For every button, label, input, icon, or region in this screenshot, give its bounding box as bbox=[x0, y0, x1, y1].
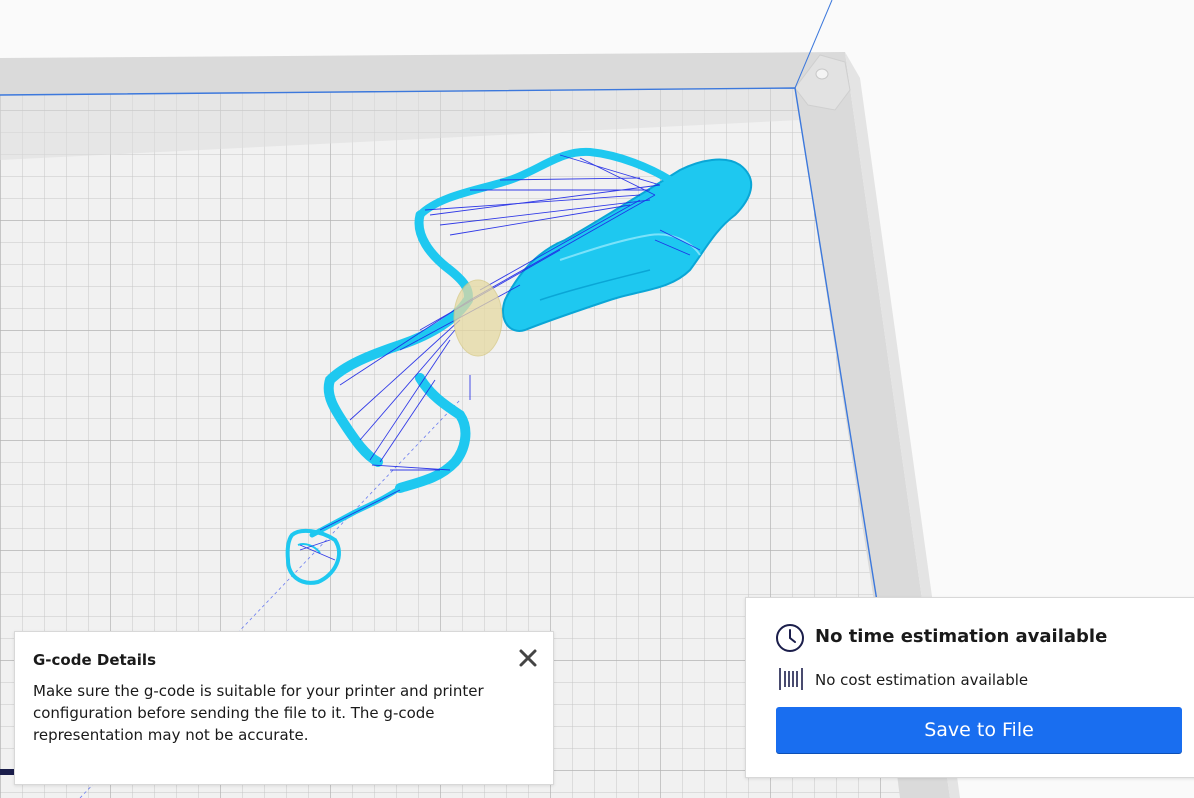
clip-hole bbox=[815, 68, 829, 80]
spool-icon bbox=[779, 668, 803, 690]
time-estimation-label: No time estimation available bbox=[815, 626, 1108, 647]
clock-icon bbox=[776, 624, 804, 652]
print-info-panel: No time estimation available No cost est… bbox=[745, 597, 1194, 778]
gcode-details-title: G-code Details bbox=[33, 651, 156, 669]
cost-estimation-label: No cost estimation available bbox=[815, 671, 1029, 689]
close-icon[interactable] bbox=[517, 647, 539, 669]
gcode-details-message: Make sure the g-code is suitable for you… bbox=[33, 682, 484, 744]
gcode-details-panel: G-code Details Make sure the g-code is s… bbox=[14, 631, 554, 785]
save-to-file-button[interactable]: Save to File bbox=[776, 707, 1182, 753]
